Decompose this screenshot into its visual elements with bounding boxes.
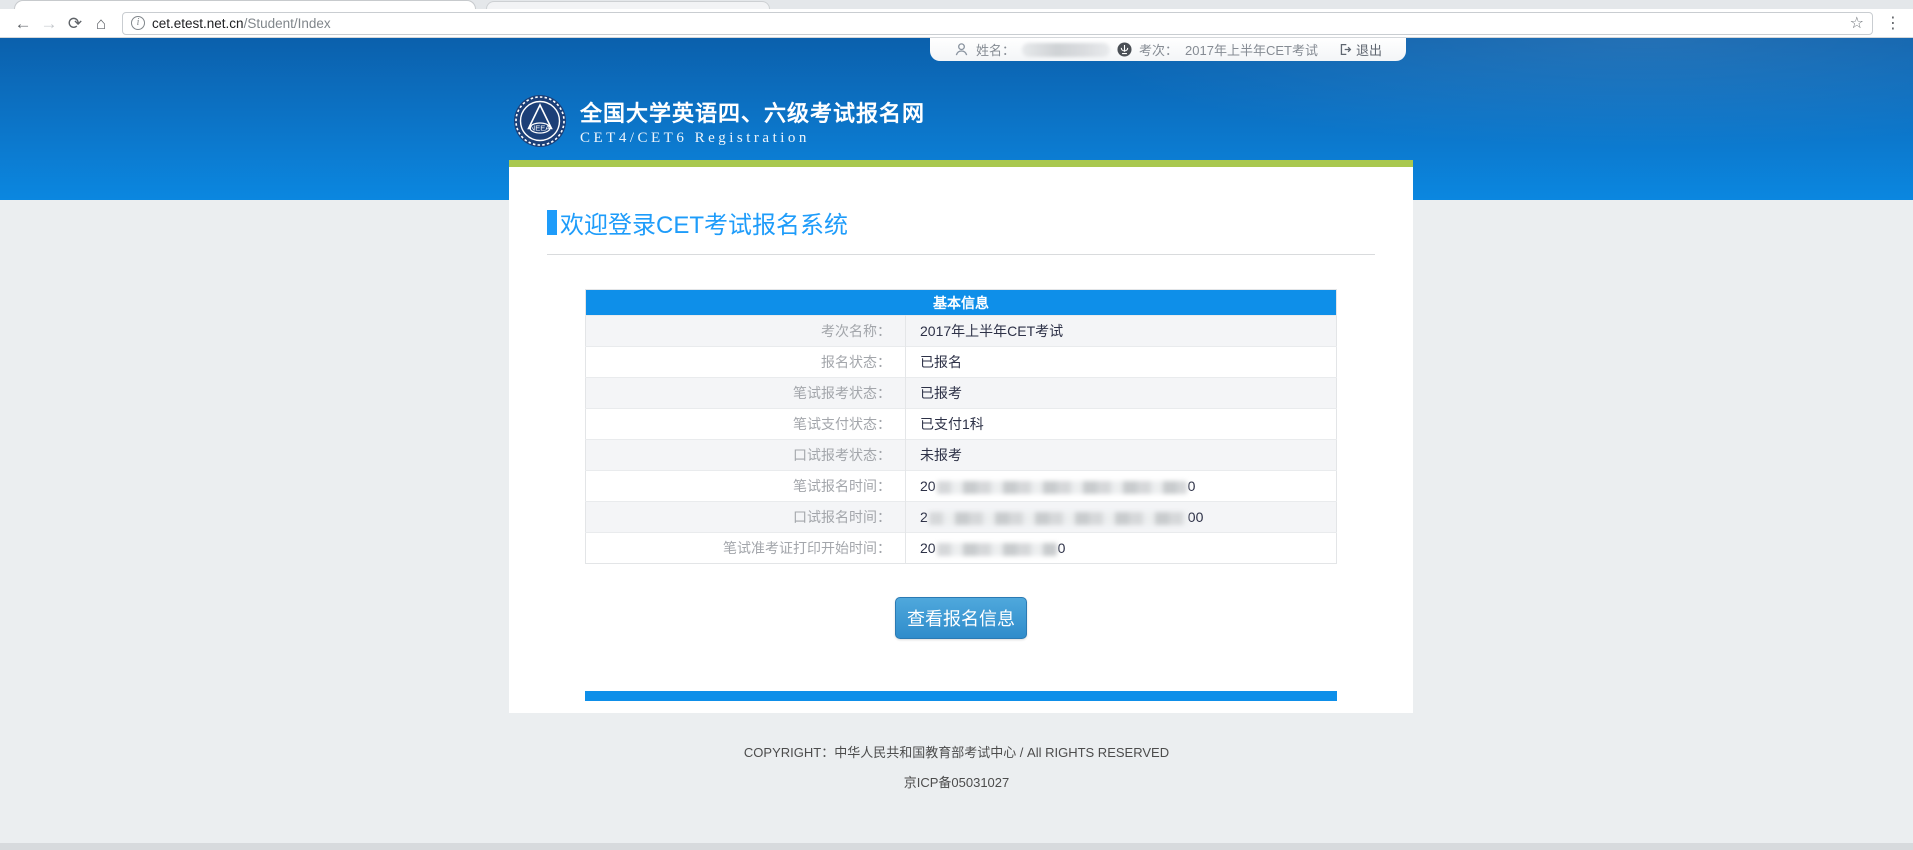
info-table-body: 考次名称：2017年上半年CET考试报名状态：已报名笔试报考状态：已报考笔试支付… bbox=[586, 316, 1337, 564]
table-row: 笔试报考状态：已报考 bbox=[586, 378, 1337, 409]
green-accent-bar bbox=[509, 160, 1413, 167]
row-label: 笔试报名时间： bbox=[586, 471, 906, 502]
table-row: 笔试准考证打印开始时间：200 bbox=[586, 533, 1337, 564]
back-icon[interactable]: ← bbox=[10, 15, 36, 32]
user-bar: 姓名： 考次： 2017年上半年CET考试 退出 bbox=[930, 38, 1406, 61]
home-icon[interactable]: ⌂ bbox=[88, 15, 114, 32]
redacted-value-block bbox=[929, 512, 1187, 525]
row-label: 口试报考状态： bbox=[586, 440, 906, 471]
row-value: 2017年上半年CET考试 bbox=[906, 316, 1337, 347]
browser-tab-active[interactable] bbox=[14, 0, 476, 9]
table-header-row: 基本信息 bbox=[586, 290, 1337, 316]
row-value: 200 bbox=[906, 502, 1337, 533]
page-footer: COPYRIGHT：中华人民共和国教育部考试中心 / All RIGHTS RE… bbox=[0, 742, 1913, 791]
row-value: 已支付1科 bbox=[906, 409, 1337, 440]
browser-tab-inactive[interactable] bbox=[486, 1, 770, 9]
heading-accent-bar bbox=[547, 210, 557, 235]
view-registration-button[interactable]: 查看报名信息 bbox=[895, 597, 1027, 639]
table-bottom-bar bbox=[585, 691, 1337, 701]
row-label: 笔试准考证打印开始时间： bbox=[586, 533, 906, 564]
table-row: 口试报名时间：200 bbox=[586, 502, 1337, 533]
logout-label: 退出 bbox=[1356, 40, 1382, 59]
address-bar[interactable]: i cet.etest.net.cn/Student/Index ☆ bbox=[122, 12, 1873, 35]
table-row: 考次名称：2017年上半年CET考试 bbox=[586, 316, 1337, 347]
content-panel: 欢迎登录CET考试报名系统 基本信息 考次名称：2017年上半年CET考试报名状… bbox=[509, 160, 1413, 713]
browser-toolbar: ← → ⟳ ⌂ i cet.etest.net.cn/Student/Index… bbox=[0, 9, 1913, 38]
table-row: 口试报考状态：未报考 bbox=[586, 440, 1337, 471]
table-row: 笔试报名时间：200 bbox=[586, 471, 1337, 502]
site-header: NEEA 全国大学英语四、六级考试报名网 CET4/CET6 Registrat… bbox=[513, 94, 925, 148]
redacted-value-block bbox=[937, 543, 1057, 556]
name-value-redacted bbox=[1022, 43, 1110, 57]
reload-icon[interactable]: ⟳ bbox=[62, 15, 88, 32]
session-icon bbox=[1117, 42, 1132, 57]
name-label: 姓名： bbox=[976, 40, 1015, 59]
welcome-heading: 欢迎登录CET考试报名系统 bbox=[547, 205, 1375, 255]
site-title-cn: 全国大学英语四、六级考试报名网 bbox=[580, 96, 925, 128]
bottom-edge-strip bbox=[0, 843, 1913, 850]
table-title: 基本信息 bbox=[586, 290, 1337, 316]
row-label: 报名状态： bbox=[586, 347, 906, 378]
browser-menu-icon[interactable]: ⋮ bbox=[1883, 13, 1903, 33]
site-title-en: CET4/CET6 Registration bbox=[580, 130, 925, 147]
icp-number: 京ICP备05031027 bbox=[0, 772, 1913, 791]
logout-button[interactable]: 退出 bbox=[1339, 40, 1382, 59]
row-label: 口试报名时间： bbox=[586, 502, 906, 533]
user-icon bbox=[954, 42, 969, 57]
row-value: 200 bbox=[906, 533, 1337, 564]
row-label: 笔试报考状态： bbox=[586, 378, 906, 409]
session-value: 2017年上半年CET考试 bbox=[1185, 40, 1318, 59]
neea-logo-icon: NEEA bbox=[513, 94, 567, 148]
url-domain: cet.etest.net.cn bbox=[152, 16, 244, 31]
forward-icon[interactable]: → bbox=[36, 15, 62, 32]
copyright-text: COPYRIGHT：中华人民共和国教育部考试中心 / All RIGHTS RE… bbox=[0, 742, 1913, 761]
row-value: 已报名 bbox=[906, 347, 1337, 378]
welcome-title: 欢迎登录CET考试报名系统 bbox=[560, 205, 848, 240]
basic-info-table: 基本信息 考次名称：2017年上半年CET考试报名状态：已报名笔试报考状态：已报… bbox=[585, 289, 1337, 564]
url-path: /Student/Index bbox=[244, 16, 331, 31]
browser-tab-strip bbox=[0, 0, 1913, 9]
url-text: cet.etest.net.cn/Student/Index bbox=[152, 16, 331, 31]
row-label: 考次名称： bbox=[586, 316, 906, 347]
row-label: 笔试支付状态： bbox=[586, 409, 906, 440]
table-row: 报名状态：已报名 bbox=[586, 347, 1337, 378]
row-value: 200 bbox=[906, 471, 1337, 502]
row-value: 未报考 bbox=[906, 440, 1337, 471]
row-value: 已报考 bbox=[906, 378, 1337, 409]
session-label: 考次： bbox=[1139, 40, 1178, 59]
logout-icon bbox=[1339, 43, 1352, 56]
bookmark-star-icon[interactable]: ☆ bbox=[1850, 13, 1864, 33]
redacted-value-block bbox=[937, 481, 1187, 494]
svg-text:NEEA: NEEA bbox=[530, 124, 550, 133]
table-row: 笔试支付状态：已支付1科 bbox=[586, 409, 1337, 440]
page-info-icon[interactable]: i bbox=[131, 16, 145, 30]
